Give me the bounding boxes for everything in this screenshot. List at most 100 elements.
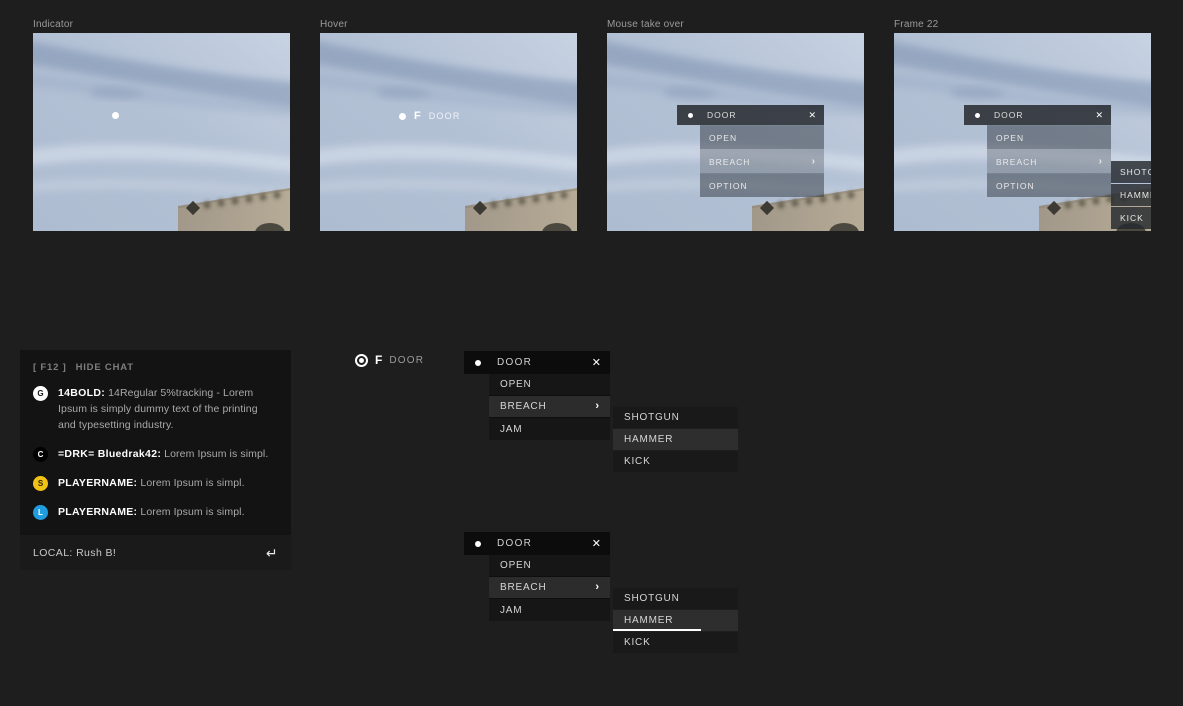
hide-chat-label: HIDE CHAT <box>75 362 134 373</box>
menu-item-breach[interactable]: BREACH › <box>489 396 610 418</box>
chat-message-text: PLAYERNAME: Lorem Ipsum is simpl. <box>58 504 276 520</box>
menu-item-open[interactable]: OPEN <box>489 555 610 577</box>
door-context-menu: DOOR ✕ OPEN BREACH › OPTION <box>677 105 824 197</box>
submenu-arrow-icon: › <box>1098 155 1102 167</box>
menu-item-label: OPEN <box>500 560 532 571</box>
menu-items: OPEN BREACH › OPTION <box>987 125 1111 197</box>
chat-message: L PLAYERNAME: Lorem Ipsum is simpl. <box>33 504 278 520</box>
target-label: DOOR <box>428 111 461 121</box>
menu-item-label: BREACH <box>500 401 547 412</box>
frame-label-indicator: Indicator <box>33 19 74 30</box>
player-name: =DRK= Bluedrak42: <box>58 448 162 460</box>
menu-item-label: OPTION <box>709 180 748 191</box>
menu-item-label: JAM <box>500 604 523 616</box>
interaction-dot <box>975 112 980 118</box>
player-badge: L <box>33 505 48 520</box>
submenu-item-kick[interactable]: KICK <box>613 451 738 472</box>
door-context-menu: DOOR ✕ OPEN BREACH › OPTION SHOTGUN HAMM… <box>964 105 1151 229</box>
menu-item-label: OPEN <box>709 132 738 143</box>
submenu-item-hammer[interactable]: HAMMER <box>1111 184 1151 206</box>
menu-item-breach[interactable]: BREACH › <box>700 149 824 173</box>
menu-item-open[interactable]: OPEN <box>987 125 1111 149</box>
interaction-dot <box>475 359 481 366</box>
chat-message-text: PLAYERNAME: Lorem Ipsum is simpl. <box>58 475 276 491</box>
menu-item-option[interactable]: OPTION <box>700 173 824 197</box>
close-icon[interactable]: ✕ <box>592 537 601 550</box>
menu-header: DOOR ✕ <box>677 105 824 125</box>
chat-input[interactable]: LOCAL: Rush B! ↵ <box>20 535 291 570</box>
menu-items: OPEN BREACH › OPTION <box>700 125 824 197</box>
menu-item-option[interactable]: OPTION <box>987 173 1111 197</box>
chat-message-list: G 14BOLD: 14Regular 5%tracking - Lorem I… <box>20 373 291 520</box>
menu-item-label: JAM <box>500 423 523 435</box>
frame-indicator <box>33 33 290 231</box>
menu-title: DOOR <box>994 110 1024 120</box>
interaction-dot <box>475 540 481 547</box>
breach-submenu: SHOTGUN HAMMER KICK <box>613 588 738 654</box>
submenu-item-shotgun[interactable]: SHOTGUN <box>613 407 738 428</box>
menu-title: DOOR <box>497 538 533 549</box>
submenu-item-label: KICK <box>1120 213 1144 223</box>
player-badge: C <box>33 447 48 462</box>
menu-items: OPEN BREACH › JAM <box>489 374 610 440</box>
submenu-item-kick[interactable]: KICK <box>1111 207 1151 229</box>
submenu-item-label: HAMMER <box>624 615 674 626</box>
keybind-label: F <box>375 353 383 367</box>
menu-item-jam[interactable]: JAM <box>489 599 610 621</box>
frame-hover: F DOOR <box>320 33 577 231</box>
menu-item-breach[interactable]: BREACH › <box>489 577 610 599</box>
interaction-dot <box>399 112 406 120</box>
keybind-label: F <box>414 110 421 122</box>
menu-item-label: OPEN <box>996 132 1025 143</box>
focus-ring-icon <box>355 353 368 367</box>
chat-input-value: LOCAL: Rush B! <box>33 546 117 559</box>
menu-item-open[interactable]: OPEN <box>489 374 610 396</box>
submenu-item-label: SHOTGUN <box>624 412 680 423</box>
submenu-item-shotgun[interactable]: SHOTGUN <box>613 588 738 609</box>
submenu-item-label: KICK <box>624 456 651 467</box>
chat-message: G 14BOLD: 14Regular 5%tracking - Lorem I… <box>33 385 278 433</box>
menu-title: DOOR <box>497 357 533 368</box>
frame-22: DOOR ✕ OPEN BREACH › OPTION SHOTGUN HAMM… <box>894 33 1151 231</box>
close-icon[interactable]: ✕ <box>1095 110 1103 121</box>
breach-submenu: SHOTGUN HAMMER KICK <box>613 407 738 473</box>
menu-item-label: BREACH <box>709 156 751 167</box>
interaction-dot <box>112 112 119 119</box>
submenu-item-shotgun[interactable]: SHOTGUN <box>1111 161 1151 183</box>
submenu-item-kick[interactable]: KICK <box>613 632 738 653</box>
focus-key-hint: F DOOR <box>355 352 424 368</box>
message-body: Lorem Ipsum is simpl. <box>140 477 245 489</box>
submenu-arrow-icon: › <box>811 155 815 167</box>
chat-message: C =DRK= Bluedrak42: Lorem Ipsum is simpl… <box>33 446 278 462</box>
frame-label-hover: Hover <box>320 19 348 30</box>
frame-label-frame-22: Frame 22 <box>894 19 939 30</box>
menu-item-label: BREACH <box>996 156 1038 167</box>
frame-label-mouse-take-over: Mouse take over <box>607 19 684 30</box>
door-context-menu-spec-progress: DOOR ✕ OPEN BREACH › JAM SHOTGUN HAMMER … <box>464 532 738 653</box>
message-body: Lorem Ipsum is simpl. <box>140 506 245 518</box>
menu-item-jam[interactable]: JAM <box>489 418 610 440</box>
interaction-dot <box>688 112 693 118</box>
sky-image <box>33 33 290 231</box>
chat-hotkey: [ F12 ] <box>33 362 67 373</box>
chat-message: S PLAYERNAME: Lorem Ipsum is simpl. <box>33 475 278 491</box>
submenu-item-label: SHOTGUN <box>1120 167 1151 177</box>
door-context-menu-spec: DOOR ✕ OPEN BREACH › JAM SHOTGUN HAMMER … <box>464 351 738 472</box>
submenu-item-hammer[interactable]: HAMMER <box>613 429 738 450</box>
submenu-item-label: SHOTGUN <box>624 593 680 604</box>
menu-item-label: BREACH <box>500 582 547 593</box>
menu-title: DOOR <box>707 110 737 120</box>
chat-panel: [ F12 ] HIDE CHAT G 14BOLD: 14Regular 5%… <box>20 350 291 570</box>
submenu-arrow-icon: › <box>595 400 599 412</box>
breach-submenu: SHOTGUN HAMMER KICK <box>1111 161 1151 230</box>
submenu-item-hammer[interactable]: HAMMER <box>613 610 738 631</box>
close-icon[interactable]: ✕ <box>808 110 816 121</box>
message-body: Lorem Ipsum is simpl. <box>164 448 269 460</box>
player-name: PLAYERNAME: <box>58 506 138 518</box>
menu-items: OPEN BREACH › JAM <box>489 555 610 621</box>
close-icon[interactable]: ✕ <box>592 356 601 369</box>
player-name: PLAYERNAME: <box>58 477 138 489</box>
menu-item-open[interactable]: OPEN <box>700 125 824 149</box>
design-canvas: Indicator Hover Mouse take over Frame 22… <box>0 0 1183 706</box>
menu-item-breach[interactable]: BREACH › <box>987 149 1111 173</box>
